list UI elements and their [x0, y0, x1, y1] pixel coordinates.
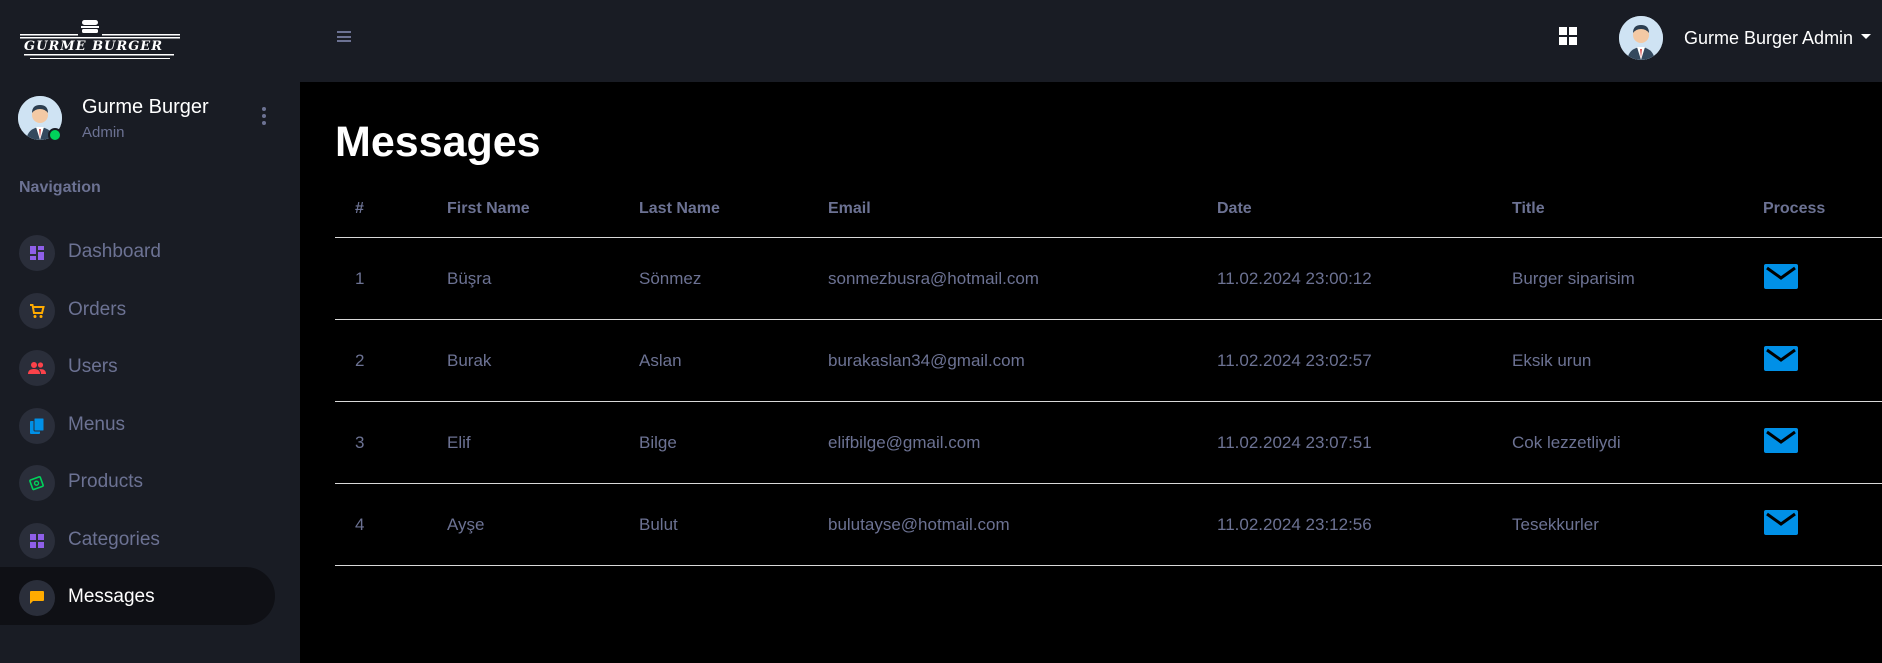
- topbar: Gurme Burger Admin: [300, 0, 1882, 82]
- cell-date: 11.02.2024 23:07:51: [1197, 401, 1492, 484]
- cell-process: [1743, 401, 1882, 484]
- table-header-row: # First Name Last Name Email Date Title …: [335, 180, 1882, 238]
- sidebar-item-menus[interactable]: Menus: [0, 395, 275, 453]
- cell-email: bulutayse@hotmail.com: [808, 483, 1197, 566]
- mail-icon[interactable]: [1763, 507, 1799, 537]
- cell-id: 2: [335, 319, 427, 402]
- table-row: 1 Büşra Sönmez sonmezbusra@hotmail.com 1…: [335, 237, 1882, 320]
- grid-icon: [19, 523, 55, 559]
- message-icon: [19, 580, 55, 616]
- sidebar-item-messages[interactable]: Messages: [0, 567, 275, 625]
- sidebar-item-label: Products: [68, 471, 143, 492]
- sidebar-item-label: Menus: [68, 414, 126, 435]
- table-row: 4 Ayşe Bulut bulutayse@hotmail.com 11.02…: [335, 483, 1882, 566]
- profile-name: Gurme Burger: [82, 96, 209, 118]
- sidebar-item-label: Users: [68, 356, 118, 377]
- cell-last-name: Aslan: [619, 319, 808, 402]
- profile-menu-icon[interactable]: [258, 104, 270, 128]
- book-icon: [19, 408, 55, 444]
- table-row: 3 Elif Bilge elifbilge@gmail.com 11.02.2…: [335, 401, 1882, 484]
- cell-first-name: Büşra: [427, 237, 619, 320]
- column-header-id: #: [335, 180, 427, 238]
- cell-date: 11.02.2024 23:02:57: [1197, 319, 1492, 402]
- dashboard-icon: [19, 235, 55, 271]
- sidebar-item-users[interactable]: Users: [0, 337, 275, 395]
- apps-grid-icon[interactable]: [1559, 27, 1577, 45]
- sidebar-item-dashboard[interactable]: Dashboard: [0, 222, 275, 280]
- sidebar-profile: Gurme Burger Admin: [18, 96, 288, 146]
- cell-last-name: Bilge: [619, 401, 808, 484]
- topbar-avatar[interactable]: [1619, 16, 1663, 60]
- column-header-process: Process: [1743, 180, 1882, 238]
- cell-process: [1743, 319, 1882, 402]
- cell-id: 1: [335, 237, 427, 320]
- topbar-user-name[interactable]: Gurme Burger Admin: [1684, 28, 1853, 49]
- cell-date: 11.02.2024 23:00:12: [1197, 237, 1492, 320]
- sidebar-item-products[interactable]: Products: [0, 452, 275, 510]
- cell-last-name: Sönmez: [619, 237, 808, 320]
- cell-title: Eksik urun: [1492, 319, 1743, 402]
- cell-first-name: Burak: [427, 319, 619, 402]
- cart-icon: [19, 293, 55, 329]
- column-header-last-name: Last Name: [619, 180, 808, 238]
- brand-logo[interactable]: GURME BURGER: [20, 18, 180, 62]
- messages-table: # First Name Last Name Email Date Title …: [335, 180, 1882, 566]
- menu-toggle-icon[interactable]: [337, 31, 351, 42]
- sidebar: GURME BURGER Gurme Burger Admin Navigati…: [0, 0, 300, 663]
- cell-process: [1743, 483, 1882, 566]
- cell-email: sonmezbusra@hotmail.com: [808, 237, 1197, 320]
- sidebar-item-label: Categories: [68, 529, 160, 550]
- chevron-down-icon[interactable]: [1861, 34, 1871, 39]
- table-row: 2 Burak Aslan burakaslan34@gmail.com 11.…: [335, 319, 1882, 402]
- brand-logo-text: GURME BURGER: [24, 39, 164, 54]
- mail-icon[interactable]: [1763, 343, 1799, 373]
- sidebar-item-label: Messages: [68, 586, 155, 607]
- cell-email: elifbilge@gmail.com: [808, 401, 1197, 484]
- sidebar-item-categories[interactable]: Categories: [0, 510, 275, 568]
- mail-icon[interactable]: [1763, 261, 1799, 291]
- cell-title: Cok lezzetliydi: [1492, 401, 1743, 484]
- cell-id: 3: [335, 401, 427, 484]
- sidebar-item-orders[interactable]: Orders: [0, 280, 275, 338]
- column-header-email: Email: [808, 180, 1197, 238]
- column-header-first-name: First Name: [427, 180, 619, 238]
- cell-process: [1743, 237, 1882, 320]
- cell-email: burakaslan34@gmail.com: [808, 319, 1197, 402]
- cell-id: 4: [335, 483, 427, 566]
- sidebar-item-label: Orders: [68, 299, 127, 320]
- cash-icon: [19, 465, 55, 501]
- cell-title: Burger siparisim: [1492, 237, 1743, 320]
- users-icon: [19, 350, 55, 386]
- cell-title: Tesekkurler: [1492, 483, 1743, 566]
- online-status-dot: [48, 128, 62, 142]
- nav-heading: Navigation: [19, 179, 101, 196]
- profile-role: Admin: [82, 124, 125, 141]
- column-header-title: Title: [1492, 180, 1743, 238]
- mail-icon[interactable]: [1763, 425, 1799, 455]
- page-title: Messages: [335, 118, 541, 166]
- cell-first-name: Elif: [427, 401, 619, 484]
- sidebar-item-label: Dashboard: [68, 241, 161, 262]
- cell-last-name: Bulut: [619, 483, 808, 566]
- cell-first-name: Ayşe: [427, 483, 619, 566]
- column-header-date: Date: [1197, 180, 1492, 238]
- cell-date: 11.02.2024 23:12:56: [1197, 483, 1492, 566]
- avatar-person-icon: [1619, 16, 1663, 60]
